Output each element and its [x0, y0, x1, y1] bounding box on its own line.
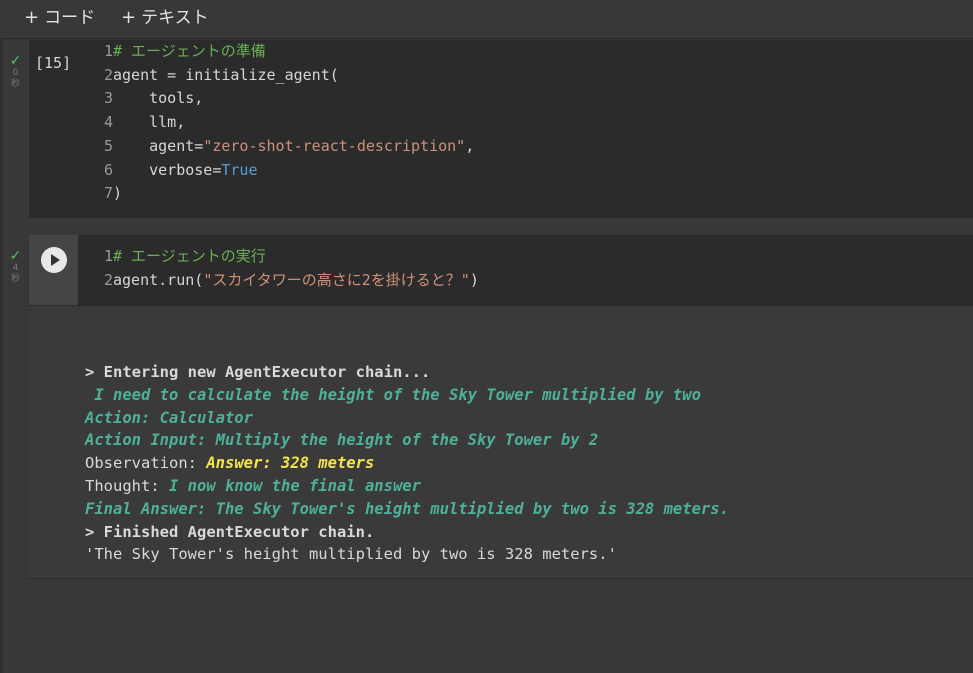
- line-number: 2: [103, 65, 113, 84]
- code-line: 2agent.run("スカイタワーの高さに2を掛けると？"): [97, 269, 479, 293]
- line-number: 4: [103, 113, 113, 132]
- add-code-button[interactable]: + コード: [24, 6, 95, 30]
- cell2-status: ✓ 4 秒: [3, 249, 28, 285]
- code-line: 1# エージェントの実行: [97, 245, 479, 269]
- execution-count: [15]: [35, 54, 72, 72]
- output-line: Action: Calculator: [85, 408, 253, 427]
- code-line: 3 tools,: [97, 87, 474, 111]
- code-text: llm,: [113, 113, 186, 132]
- code-line: 6 verbose=True: [97, 159, 474, 183]
- output-line: Observation: Answer: 328 meters: [85, 452, 729, 475]
- check-icon: ✓: [9, 53, 22, 69]
- cell1-status: ✓ 0 秒: [3, 54, 28, 90]
- cell2-status-unit: 秒: [10, 274, 20, 284]
- cell2-status-time: 4: [12, 263, 19, 273]
- run-area: [29, 235, 78, 305]
- output-line: I need to calculate the height of the Sk…: [85, 385, 701, 404]
- cell1-status-unit: 秒: [10, 79, 20, 89]
- code-editor[interactable]: 1# エージェントの準備 2agent = initialize_agent(3 …: [97, 40, 474, 206]
- line-number: 1: [103, 42, 113, 60]
- code-string: "zero-shot-react-description": [203, 136, 466, 155]
- code-line: 4 llm,: [97, 111, 474, 135]
- code-cell-1[interactable]: [15] 1# エージェントの準備 2agent = initialize_age…: [29, 40, 973, 218]
- code-text: ,: [465, 136, 475, 155]
- add-text-button[interactable]: + テキスト: [121, 6, 209, 30]
- plus-icon: +: [121, 7, 137, 28]
- code-text: agent = initialize_agent(: [113, 65, 339, 84]
- line-number: 7: [103, 184, 113, 203]
- add-code-label: コード: [44, 8, 96, 28]
- code-comment: # エージェントの準備: [113, 42, 266, 60]
- line-number: 5: [103, 136, 113, 155]
- run-cell-button[interactable]: [41, 247, 67, 273]
- code-line: 5 agent="zero-shot-react-description",: [97, 135, 474, 159]
- code-text: ): [113, 184, 123, 203]
- add-text-label: テキスト: [141, 8, 209, 28]
- cell-output: > Entering new AgentExecutor chain... I …: [29, 306, 973, 579]
- code-text: agent.run(: [113, 270, 204, 289]
- code-line: 1# エージェントの準備: [97, 40, 474, 64]
- code-string: "スカイタワーの高さに2を掛けると？": [203, 270, 470, 289]
- output-line: Thought: I now know the final answer: [85, 475, 729, 498]
- code-text: verbose=: [113, 160, 222, 179]
- code-cell-2[interactable]: 1# エージェントの実行 2agent.run("スカイタワーの高さに2を掛けると…: [29, 235, 973, 306]
- line-number: 6: [103, 160, 113, 179]
- line-number: 2: [103, 270, 113, 289]
- code-line: 7): [97, 182, 474, 206]
- output-line: Final Answer: The Sky Tower's height mul…: [85, 499, 729, 518]
- output-line: > Finished AgentExecutor chain.: [85, 522, 375, 541]
- line-number: 1: [103, 247, 113, 265]
- code-keyword: True: [221, 160, 258, 179]
- plus-icon: +: [24, 7, 40, 28]
- code-comment: # エージェントの実行: [113, 247, 266, 265]
- code-text: agent=: [113, 136, 204, 155]
- cell1-status-time: 0: [12, 68, 19, 78]
- check-icon: ✓: [9, 248, 22, 264]
- output-label: Thought:: [85, 476, 169, 495]
- code-text: tools,: [113, 89, 204, 108]
- output-line: Action Input: Multiply the height of the…: [85, 431, 599, 450]
- output-line: 'The Sky Tower's height multiplied by tw…: [85, 545, 617, 564]
- output-value: Answer: 328 meters: [206, 454, 375, 473]
- notebook-left-border: [0, 38, 3, 673]
- code-editor[interactable]: 1# エージェントの実行 2agent.run("スカイタワーの高さに2を掛けると…: [97, 245, 479, 292]
- line-number: 3: [103, 89, 113, 108]
- output-value: I now know the final answer: [169, 476, 421, 495]
- output-line: > Entering new AgentExecutor chain...: [85, 363, 431, 381]
- code-text: ): [469, 270, 479, 289]
- output-label: Observation:: [85, 454, 207, 473]
- code-line: 2agent = initialize_agent(: [97, 64, 474, 88]
- notebook-toolbar: + コード + テキスト: [0, 0, 973, 39]
- output-text: > Entering new AgentExecutor chain... I …: [85, 361, 729, 566]
